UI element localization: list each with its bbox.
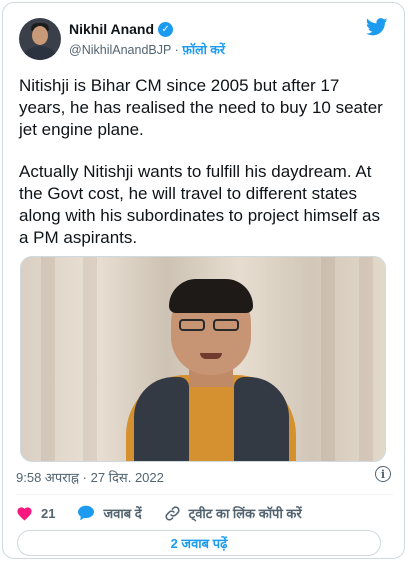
tweet-actions: 21 जवाब दें ट्वीट का लिंक कॉपी करें (16, 503, 324, 523)
avatar[interactable] (19, 18, 61, 60)
author-handle[interactable]: @NikhilAnandBJP (69, 43, 171, 57)
speech-bubble-icon (78, 505, 95, 521)
heart-icon (17, 507, 32, 521)
author-handle-row: @NikhilAnandBJP · फ़ॉलो करें (69, 41, 225, 58)
like-button[interactable]: 21 (16, 505, 55, 521)
info-icon[interactable]: i (375, 466, 391, 482)
read-replies-button[interactable]: 2 जवाब पढ़ें (17, 530, 381, 556)
link-icon (165, 505, 180, 521)
copy-link-label: ट्वीट का लिंक कॉपी करें (188, 506, 302, 521)
reply-button[interactable]: जवाब दें (77, 504, 142, 522)
video-thumbnail-person (116, 275, 306, 461)
tweet-text: Nitishji is Bihar CM since 2005 but afte… (19, 75, 389, 269)
tweet-paragraph-1: Nitishji is Bihar CM since 2005 but afte… (19, 76, 383, 139)
author-name[interactable]: Nikhil Anand (69, 21, 154, 37)
author-name-row: Nikhil Anand ✓ (69, 21, 174, 37)
handle-separator: · (174, 43, 179, 57)
timestamp-separator: · (82, 470, 87, 485)
read-replies-label: 2 जवाब पढ़ें (170, 536, 228, 551)
reply-label: जवाब दें (103, 506, 142, 521)
verified-badge-icon: ✓ (158, 21, 174, 37)
copy-link-button[interactable]: ट्वीट का लिंक कॉपी करें (164, 504, 302, 522)
tweet-paragraph-2: Actually Nitishji wants to fulfill his d… (19, 162, 380, 247)
tweet-video[interactable] (20, 256, 386, 462)
tweet-timestamp[interactable]: 9:58 अपराह्न · 27 दिस. 2022 (16, 468, 164, 486)
tweet-date: 27 दिस. 2022 (90, 470, 164, 485)
like-count: 21 (41, 505, 56, 521)
follow-link[interactable]: फ़ॉलो करें (182, 43, 225, 57)
twitter-bird-icon[interactable] (366, 18, 388, 36)
tweet-time: 9:58 अपराह्न (16, 470, 79, 485)
tweet-header: Nikhil Anand ✓ @NikhilAnandBJP · फ़ॉलो क… (19, 18, 388, 66)
divider (16, 494, 393, 495)
